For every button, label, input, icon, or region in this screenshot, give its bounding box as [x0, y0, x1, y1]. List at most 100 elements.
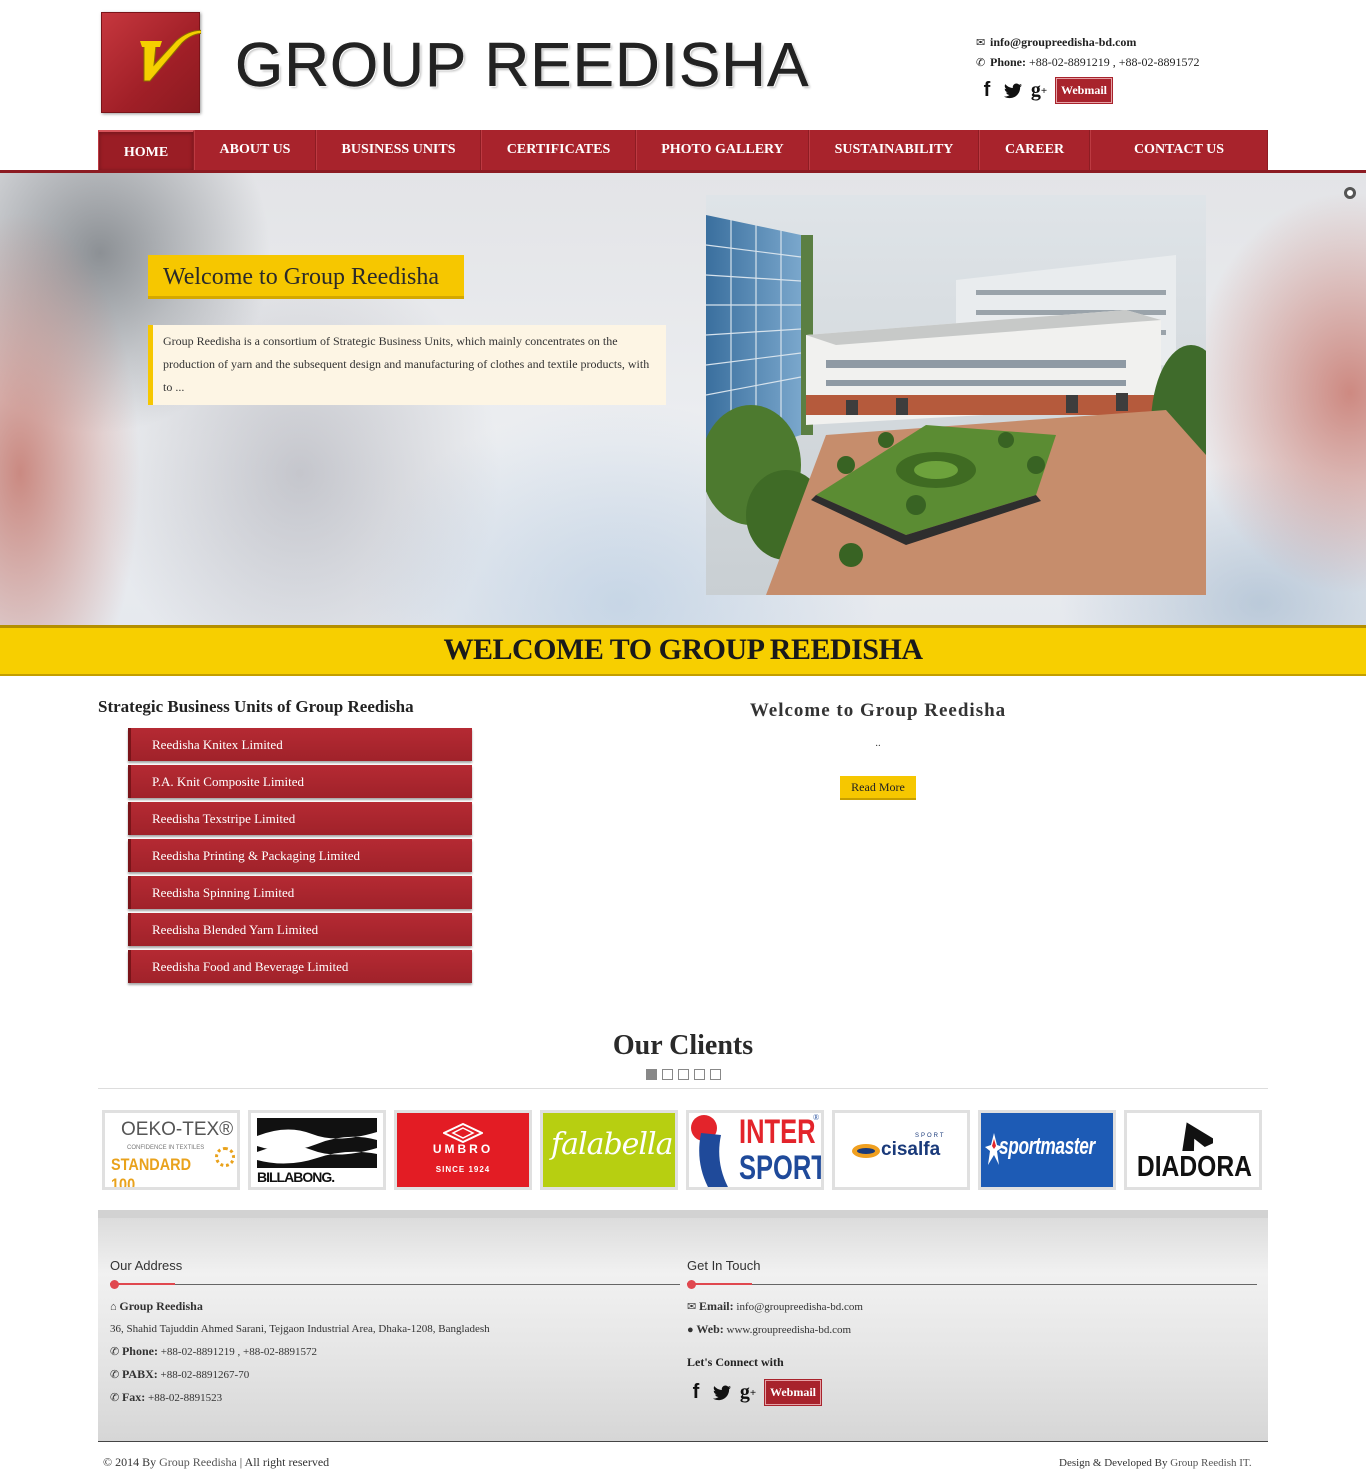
footer-social: f g + Webmail — [687, 1379, 1257, 1406]
welcome-body: .. — [875, 737, 881, 749]
footer-underline — [110, 1279, 680, 1291]
main-nav: HOME ABOUT US BUSINESS UNITS CERTIFICATE… — [98, 130, 1268, 170]
nav-home[interactable]: HOME — [98, 130, 194, 170]
copyright-prefix: © 2014 By — [103, 1455, 157, 1469]
cisalfa-sport: SPORT — [915, 1133, 946, 1139]
clients-divider — [98, 1088, 1268, 1089]
cisalfa-logo[interactable]: cisalfa SPORT — [832, 1110, 970, 1190]
diadora-logo[interactable]: DIADORA — [1124, 1110, 1262, 1190]
factory-campus-photo — [706, 195, 1206, 595]
oeko-tex-line2: CONFIDENCE IN TEXTILES — [127, 1145, 205, 1151]
nav-photo-gallery[interactable]: PHOTO GALLERY — [636, 130, 809, 170]
sportmaster-text: sportmaster — [999, 1133, 1095, 1160]
footer-pabx-value: +88-02-8891267-70 — [160, 1369, 250, 1381]
nav-career[interactable]: CAREER — [979, 130, 1090, 170]
globe-icon: ● — [687, 1324, 694, 1336]
pager-dot-4[interactable] — [694, 1069, 705, 1080]
clients-carousel: OEKO-TEX® CONFIDENCE IN TEXTILES STANDAR… — [102, 1110, 1262, 1190]
welcome-banner-title: WELCOME TO GROUP REEDISHA — [443, 633, 923, 666]
billabong-logo[interactable]: BILLABONG. — [248, 1110, 386, 1190]
header-phone-label: Phone: — [990, 55, 1026, 69]
developer-link[interactable]: Group Reedish IT. — [1170, 1457, 1251, 1469]
twitter-icon[interactable] — [713, 1382, 731, 1404]
intersport-logo[interactable]: INTER SPORT ® — [686, 1110, 824, 1190]
nav-sustainability[interactable]: SUSTAINABILITY — [809, 130, 979, 170]
header-email[interactable]: info@groupreedisha-bd.com — [990, 35, 1136, 49]
site-footer: Our Address ⌂ Group Reedisha 36, Shahid … — [98, 1210, 1268, 1442]
footer-fax-label: Fax: — [121, 1390, 146, 1404]
hero-slider: Welcome to Group Reedisha Group Reedisha… — [0, 173, 1366, 625]
twitter-icon[interactable] — [1004, 80, 1022, 102]
footer-contact-column: Get In Touch ✉ Email: info@groupreedisha… — [687, 1258, 1257, 1406]
footer-underline — [687, 1279, 1257, 1291]
webmail-button[interactable]: Webmail — [1054, 77, 1114, 104]
cisalfa-swirl-icon — [852, 1144, 880, 1158]
footer-web-value[interactable]: www.groupreedisha-bd.com — [727, 1324, 852, 1336]
sbu-item[interactable]: Reedisha Knitex Limited — [128, 728, 472, 761]
home-icon: ⌂ — [110, 1301, 117, 1313]
clients-heading: Our Clients — [612, 1030, 754, 1061]
pager-dot-3[interactable] — [678, 1069, 689, 1080]
sbu-list: Reedisha Knitex Limited P.A. Knit Compos… — [128, 728, 472, 987]
google-plus-icon[interactable]: g + — [1030, 79, 1048, 102]
footer-phone-label: Phone: — [121, 1344, 158, 1358]
footer-company: Group Reedisha — [119, 1299, 203, 1313]
footer-contact-title: Get In Touch — [687, 1258, 761, 1273]
logo-wordmark[interactable]: GROUP REEDISHA — [235, 30, 809, 101]
footer-webmail-button[interactable]: Webmail — [763, 1379, 823, 1406]
pager-dot-2[interactable] — [662, 1069, 673, 1080]
umbro-since: SINCE 1924 — [435, 1165, 491, 1174]
footer-email-label: Email: — [698, 1299, 734, 1313]
sbu-item[interactable]: Reedisha Texstripe Limited — [128, 802, 472, 835]
pager-dot-5[interactable] — [710, 1069, 721, 1080]
intersport-registered: ® — [813, 1113, 820, 1122]
header-phone-value: +88-02-8891219 , +88-02-8891572 — [1029, 55, 1200, 69]
phone-icon: ✆ — [110, 1346, 120, 1358]
nav-business-units[interactable]: BUSINESS UNITS — [316, 130, 481, 170]
sportmaster-logo[interactable]: sportmaster — [978, 1110, 1116, 1190]
diadora-arrow-icon — [1181, 1122, 1213, 1151]
facebook-icon[interactable]: f — [978, 79, 996, 102]
umbro-diamond-icon — [443, 1123, 483, 1143]
sbu-item[interactable]: Reedisha Printing & Packaging Limited — [128, 839, 472, 872]
google-plus-icon[interactable]: g + — [739, 1381, 757, 1404]
phone-icon: ✆ — [110, 1369, 120, 1381]
footer-connect-title: Let's Connect with — [687, 1355, 784, 1369]
envelope-icon: ✉ — [687, 1301, 697, 1313]
nav-contact-us[interactable]: CONTACT US — [1090, 130, 1268, 170]
diadora-text: DIADORA — [1136, 1151, 1252, 1183]
read-more-button[interactable]: Read More — [840, 776, 916, 800]
logo-emblem[interactable] — [101, 12, 201, 113]
footer-web-label: Web: — [696, 1322, 724, 1336]
umbro-text: UMBRO — [432, 1142, 494, 1156]
site-header: GROUP REEDISHA ✉ info@groupreedisha-bd.c… — [0, 0, 1366, 130]
nav-about-us[interactable]: ABOUT US — [194, 130, 316, 170]
footer-fax-value: +88-02-8891523 — [148, 1392, 223, 1404]
facebook-icon[interactable]: f — [687, 1381, 705, 1404]
pager-dot-1[interactable] — [646, 1069, 657, 1080]
copyright-suffix: | All right reserved — [239, 1455, 330, 1469]
welcome-title: Welcome to Group Reedisha — [749, 700, 1007, 721]
copyright-right: Design & Developed By Group Reedish IT. — [1059, 1457, 1252, 1469]
oeko-tex-line3: STANDARD 100 — [111, 1155, 192, 1190]
sbu-heading: Strategic Business Units of Group Reedis… — [98, 697, 414, 716]
sbu-item[interactable]: Reedisha Spinning Limited — [128, 876, 472, 909]
developer-prefix: Design & Developed By — [1059, 1457, 1168, 1469]
footer-email-value[interactable]: info@groupreedisha-bd.com — [736, 1301, 863, 1313]
header-social: f g + Webmail — [978, 77, 1114, 104]
nav-certificates[interactable]: CERTIFICATES — [481, 130, 636, 170]
sbu-item[interactable]: Reedisha Blended Yarn Limited — [128, 913, 472, 946]
sbu-item[interactable]: Reedisha Food and Beverage Limited — [128, 950, 472, 983]
oeko-tex-logo[interactable]: OEKO-TEX® CONFIDENCE IN TEXTILES STANDAR… — [102, 1110, 240, 1190]
footer-phone-value: +88-02-8891219 , +88-02-8891572 — [160, 1346, 318, 1358]
copyright-company-link[interactable]: Group Reedisha — [159, 1455, 237, 1469]
umbro-logo[interactable]: UMBRO SINCE 1924 — [394, 1110, 532, 1190]
phone-icon: ✆ — [110, 1392, 120, 1404]
falabella-logo[interactable]: falabella. — [540, 1110, 678, 1190]
slider-dot[interactable] — [1344, 187, 1356, 199]
cisalfa-text: cisalfa — [881, 1139, 941, 1160]
copyright-left: © 2014 By Group Reedisha | All right res… — [103, 1455, 329, 1470]
sbu-item[interactable]: P.A. Knit Composite Limited — [128, 765, 472, 798]
falabella-text: falabella. — [551, 1127, 678, 1162]
welcome-banner: WELCOME TO GROUP REEDISHA — [0, 625, 1366, 676]
